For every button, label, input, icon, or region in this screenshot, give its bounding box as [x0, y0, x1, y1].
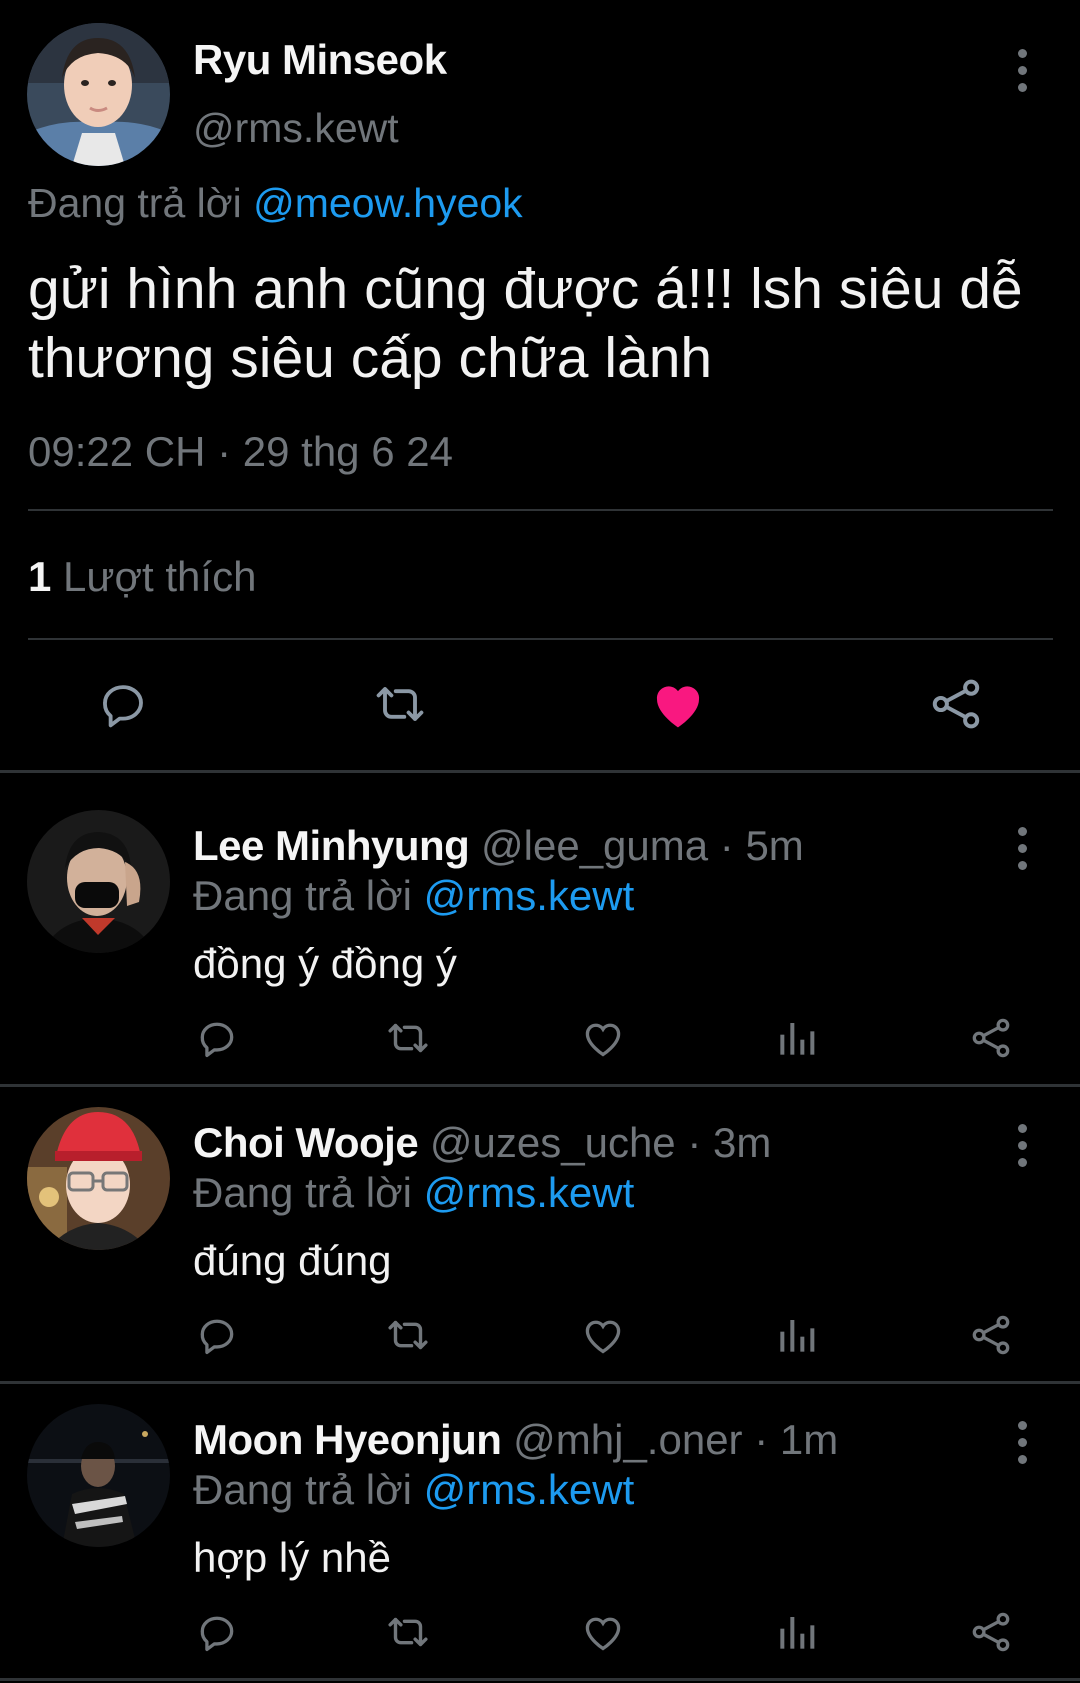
reply-time: · 1m [754, 1416, 839, 1463]
replying-to-line: Đang trả lời @rms.kewt [193, 872, 634, 920]
retweet-icon[interactable] [383, 1607, 433, 1657]
tweet-timestamp: 09:22 CH · 29 thg 6 24 [28, 428, 453, 475]
reply-icon[interactable] [192, 1310, 242, 1360]
replying-to-mention[interactable]: @rms.kewt [424, 872, 635, 919]
retweet-icon[interactable] [383, 1310, 433, 1360]
share-icon[interactable] [966, 1310, 1016, 1360]
main-tweet: Ryu Minseok @rms.kewt Đang trả lời @meow… [0, 0, 1080, 773]
author-name[interactable]: Ryu Minseok [193, 36, 447, 84]
tweet-text: gửi hình anh cũng được á!!! lsh siêu dễ … [28, 257, 1023, 390]
share-icon[interactable] [966, 1013, 1016, 1063]
share-icon[interactable] [966, 1607, 1016, 1657]
more-options-icon[interactable] [1007, 45, 1037, 95]
reply-icon[interactable] [192, 1013, 242, 1063]
reply-icon[interactable] [192, 1607, 242, 1657]
replying-to-line: Đang trả lời @rms.kewt [193, 1466, 634, 1514]
replying-prefix: Đang trả lời [28, 180, 242, 226]
replying-to-line: Đang trả lời @meow.hyeok [28, 180, 523, 227]
divider [0, 1084, 1080, 1087]
likes-number: 1 [28, 553, 52, 600]
author-name[interactable]: Lee Minhyung [193, 822, 470, 869]
analytics-icon[interactable] [772, 1310, 822, 1360]
replying-to-mention[interactable]: @meow.hyeok [253, 180, 523, 226]
author-handle[interactable]: @mhj_.oner [513, 1416, 742, 1463]
reply-icon[interactable] [93, 676, 153, 732]
reply-tweet[interactable]: Choi Wooje @uzes_uche · 3m Đang trả lời … [0, 1107, 1080, 1404]
replying-prefix: Đang trả lời [193, 872, 412, 919]
reply-header: Moon Hyeonjun @mhj_.oner · 1m [193, 1416, 838, 1464]
divider [0, 770, 1080, 773]
avatar[interactable] [27, 23, 170, 166]
avatar[interactable] [27, 1404, 170, 1547]
replying-prefix: Đang trả lời [193, 1466, 412, 1513]
likes-label: Lượt thích [63, 553, 257, 600]
author-handle[interactable]: @rms.kewt [193, 105, 399, 152]
replying-prefix: Đang trả lời [193, 1169, 412, 1216]
reply-text: đồng ý đồng ý [193, 940, 457, 987]
retweet-icon[interactable] [370, 676, 430, 732]
like-icon[interactable] [578, 1607, 628, 1657]
like-icon-filled[interactable] [648, 676, 708, 732]
author-handle[interactable]: @lee_guma [481, 822, 708, 869]
share-icon[interactable] [926, 676, 986, 732]
author-name[interactable]: Moon Hyeonjun [193, 1416, 502, 1463]
analytics-icon[interactable] [772, 1013, 822, 1063]
divider [28, 509, 1053, 511]
more-options-icon[interactable] [1007, 1417, 1037, 1467]
divider [0, 1678, 1080, 1681]
replying-to-line: Đang trả lời @rms.kewt [193, 1169, 634, 1217]
reply-tweet[interactable]: Moon Hyeonjun @mhj_.oner · 1m Đang trả l… [0, 1404, 1080, 1683]
replying-to-mention[interactable]: @rms.kewt [424, 1466, 635, 1513]
like-icon[interactable] [578, 1310, 628, 1360]
reply-text: hợp lý nhề [193, 1534, 392, 1581]
reply-text: đúng đúng [193, 1237, 392, 1284]
reply-time: · 3m [687, 1119, 772, 1166]
likes-count[interactable]: 1 Lượt thích [28, 553, 256, 601]
reply-time: · 5m [719, 822, 804, 869]
analytics-icon[interactable] [772, 1607, 822, 1657]
avatar[interactable] [27, 810, 170, 953]
replying-to-mention[interactable]: @rms.kewt [424, 1169, 635, 1216]
divider [28, 638, 1053, 640]
divider [0, 1381, 1080, 1384]
reply-header: Choi Wooje @uzes_uche · 3m [193, 1119, 771, 1167]
author-handle[interactable]: @uzes_uche [430, 1119, 676, 1166]
author-name[interactable]: Choi Wooje [193, 1119, 419, 1166]
retweet-icon[interactable] [383, 1013, 433, 1063]
more-options-icon[interactable] [1007, 1120, 1037, 1170]
like-icon[interactable] [578, 1013, 628, 1063]
avatar[interactable] [27, 1107, 170, 1250]
reply-tweet[interactable]: Lee Minhyung @lee_guma · 5m Đang trả lời… [0, 810, 1080, 1107]
reply-header: Lee Minhyung @lee_guma · 5m [193, 822, 804, 870]
more-options-icon[interactable] [1007, 823, 1037, 873]
